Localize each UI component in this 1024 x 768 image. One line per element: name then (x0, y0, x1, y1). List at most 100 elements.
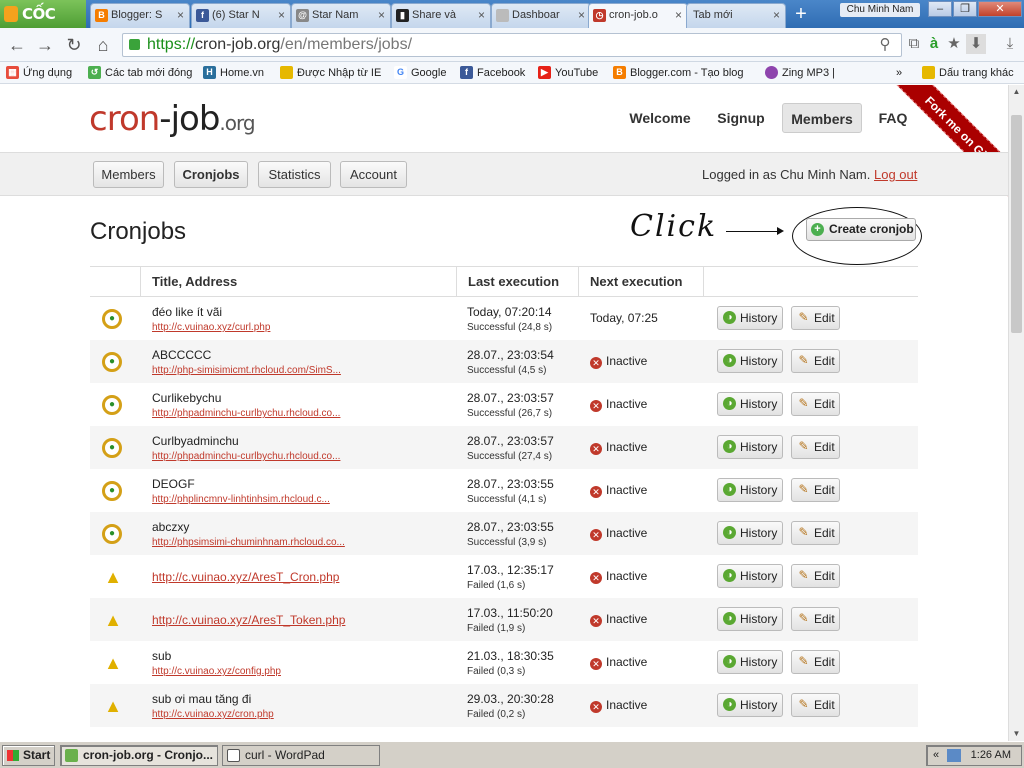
close-icon[interactable]: × (378, 4, 385, 27)
translate-icon[interactable]: ⧉ (904, 34, 924, 54)
logout-link[interactable]: Log out (874, 167, 917, 182)
site-logo[interactable]: cron-job.org (89, 99, 256, 139)
close-icon[interactable]: × (675, 4, 682, 27)
edit-button[interactable]: ✎ Edit (791, 693, 840, 717)
job-address-link[interactable]: http://c.vuinao.xyz/cron.php (152, 709, 274, 720)
bookmarks-overflow[interactable]: » (896, 65, 902, 81)
edit-button[interactable]: ✎ Edit (791, 349, 840, 373)
bookmark-homevn[interactable]: H Home.vn (203, 65, 264, 81)
scroll-down-icon[interactable]: ▼ (1009, 727, 1024, 741)
bookmark-facebook[interactable]: f Facebook (460, 65, 525, 81)
browser-brand[interactable]: CỐC CỐC (0, 0, 86, 51)
edit-label: Edit (814, 311, 835, 325)
job-address-link[interactable]: http://phpadminchu-curlbychu.rhcloud.co.… (152, 408, 340, 419)
tab-blogger[interactable]: B Blogger: S × (90, 3, 190, 28)
browser-user[interactable]: Chu Minh Nam (840, 3, 920, 17)
bookmark-youtube[interactable]: ▶ YouTube (538, 65, 598, 81)
nav-members[interactable]: Members (782, 103, 862, 133)
bookmark-ie-folder[interactable]: Được Nhập từ IE (280, 65, 381, 81)
edit-button[interactable]: ✎ Edit (791, 607, 840, 631)
job-address-link[interactable]: http://phplincmnv-linhtinhsim.rhcloud.c.… (152, 494, 330, 505)
bookmark-zing[interactable]: Zing MP3 | (765, 65, 835, 81)
bookmark-recent-tabs[interactable]: ↺ Các tab mới đóng (88, 65, 192, 81)
history-button[interactable]: ◑ History (717, 478, 783, 502)
edit-button[interactable]: ✎ Edit (791, 521, 840, 545)
tab-share[interactable]: ▮ Share và × (391, 3, 491, 28)
job-address-link[interactable]: http://c.vuinao.xyz/config.php (152, 666, 281, 677)
home-icon[interactable]: ⌂ (92, 34, 114, 56)
history-button[interactable]: ◑ History (717, 349, 783, 373)
close-icon[interactable]: × (478, 4, 485, 27)
tab-star-nam[interactable]: @ Star Nam × (291, 3, 391, 28)
edit-button[interactable]: ✎ Edit (791, 435, 840, 459)
edit-button[interactable]: ✎ Edit (791, 306, 840, 330)
tab-facebook[interactable]: f (6) Star N × (191, 3, 291, 28)
close-icon[interactable]: × (578, 4, 585, 27)
edit-button[interactable]: ✎ Edit (791, 392, 840, 416)
reload-icon[interactable]: ↻ (63, 34, 85, 56)
close-icon[interactable]: × (177, 4, 184, 27)
scroll-thumb[interactable] (1011, 115, 1022, 333)
new-tab-button[interactable]: + (788, 4, 814, 26)
history-button[interactable]: ◑ History (717, 650, 783, 674)
nav-signup[interactable]: Signup (710, 103, 772, 133)
job-address-link[interactable]: http://c.vuinao.xyz/AresT_Cron.php (152, 570, 339, 584)
task-wordpad[interactable]: curl - WordPad (222, 745, 380, 766)
inactive-icon: ✕ (590, 615, 602, 627)
edit-button[interactable]: ✎ Edit (791, 650, 840, 674)
col-next-exec[interactable]: Next execution (579, 267, 704, 296)
clock-time[interactable]: 1:26 AM (971, 749, 1011, 761)
bookmark-google[interactable]: G Google (394, 65, 446, 81)
tab-new[interactable]: Tab mới × (686, 3, 786, 28)
maximize-button[interactable]: ❐ (953, 1, 977, 17)
history-button[interactable]: ◑ History (717, 306, 783, 330)
history-button[interactable]: ◑ History (717, 693, 783, 717)
nav-welcome[interactable]: Welcome (622, 103, 698, 133)
history-button[interactable]: ◑ History (717, 607, 783, 631)
subnav-account[interactable]: Account (340, 161, 407, 188)
close-icon[interactable]: × (278, 4, 285, 27)
task-browser[interactable]: cron-job.org - Cronjo... (60, 745, 218, 766)
subnav-statistics[interactable]: Statistics (258, 161, 331, 188)
create-cronjob-button[interactable]: + Create cronjob (806, 218, 916, 241)
menu-download-icon[interactable]: ⤓ (1000, 34, 1020, 54)
page-scrollbar[interactable]: ▲ ▼ (1008, 85, 1024, 741)
tab-dashboard[interactable]: Dashboar × (491, 3, 591, 28)
job-address-link[interactable]: http://phpsimsimi-chuminhnam.rhcloud.co.… (152, 537, 345, 548)
a-extension-icon[interactable]: à (924, 34, 944, 54)
job-address-link[interactable]: http://php-simisimicmt.rhcloud.com/SimS.… (152, 365, 341, 376)
start-button[interactable]: Start (2, 745, 55, 766)
minimize-button[interactable]: – (928, 1, 952, 17)
subnav-cronjobs[interactable]: Cronjobs (174, 161, 248, 188)
scroll-up-icon[interactable]: ▲ (1009, 85, 1024, 99)
history-button[interactable]: ◑ History (717, 392, 783, 416)
back-icon[interactable]: ← (6, 34, 28, 56)
url-scheme: https:// (147, 36, 196, 53)
nav-faq[interactable]: FAQ (872, 103, 914, 133)
close-window-button[interactable]: ✕ (978, 1, 1022, 17)
network-icon[interactable] (947, 749, 961, 762)
edit-button[interactable]: ✎ Edit (791, 564, 840, 588)
history-button[interactable]: ◑ History (717, 435, 783, 459)
forward-icon[interactable]: → (34, 34, 56, 56)
zoom-icon[interactable]: ⚲ (875, 35, 895, 55)
history-button[interactable]: ◑ History (717, 521, 783, 545)
tray-expand-icon[interactable]: « (933, 746, 939, 765)
history-button[interactable]: ◑ History (717, 564, 783, 588)
edit-button[interactable]: ✎ Edit (791, 478, 840, 502)
close-icon[interactable]: × (773, 4, 780, 27)
job-address-link[interactable]: http://c.vuinao.xyz/curl.php (152, 322, 270, 333)
download-icon[interactable]: ⬇ (966, 34, 986, 54)
job-address-link[interactable]: http://phpadminchu-curlbychu.rhcloud.co.… (152, 451, 340, 462)
bookmark-blogger[interactable]: B Blogger.com - Tạo blog (613, 65, 751, 81)
bookmark-star-icon[interactable]: ★ (944, 34, 964, 54)
job-address-link[interactable]: http://c.vuinao.xyz/AresT_Token.php (152, 613, 345, 627)
subnav-members[interactable]: Members (93, 161, 164, 188)
folder-icon (280, 66, 293, 79)
tab-cronjob[interactable]: ◷ cron-job.o × (588, 3, 688, 29)
bookmark-other[interactable]: Dấu trang khác (922, 65, 1014, 81)
bookmark-label: Facebook (477, 67, 526, 79)
warning-icon: ▲ (104, 567, 122, 587)
address-bar[interactable]: https://cron-job.org/en/members/jobs/ ⚲ (122, 33, 902, 57)
bookmark-apps[interactable]: ▦ Ứng dụng (6, 65, 72, 81)
